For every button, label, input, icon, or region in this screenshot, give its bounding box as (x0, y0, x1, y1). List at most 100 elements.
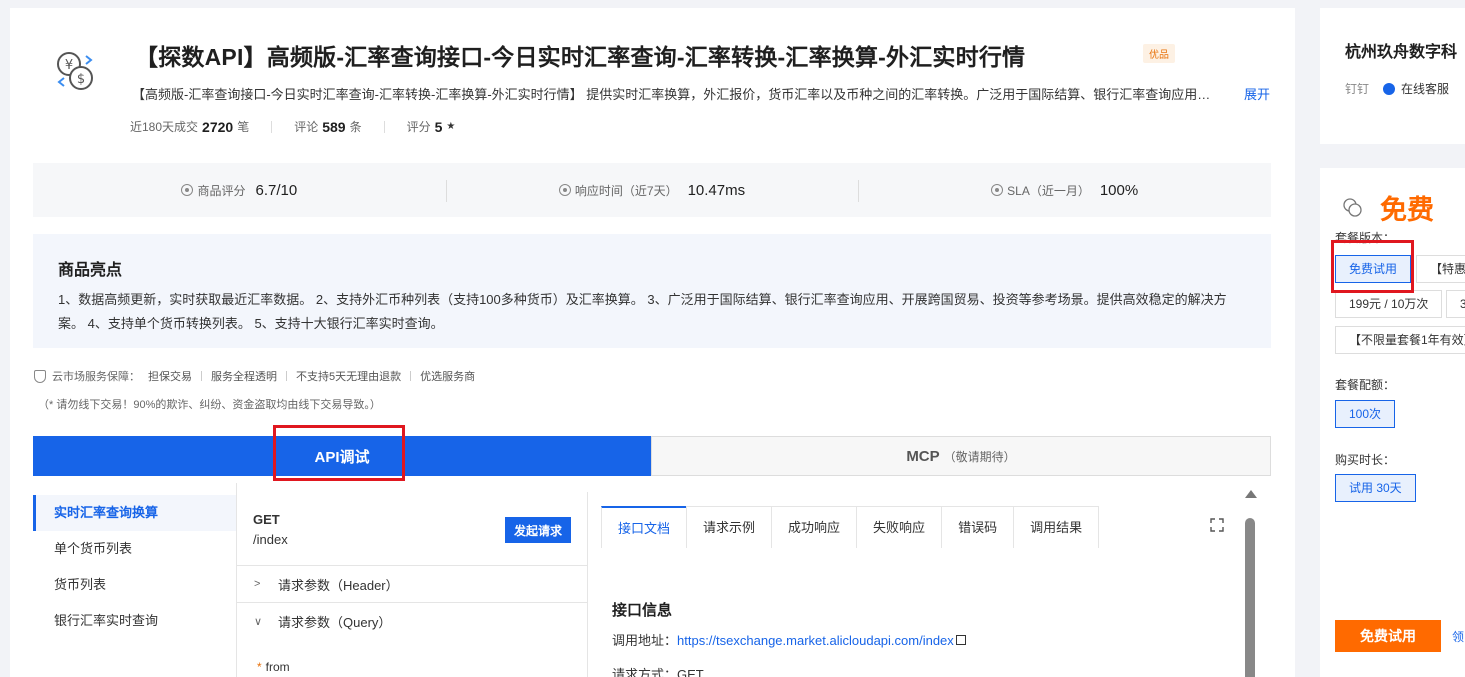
divider (286, 371, 287, 381)
rating-value: 5 (434, 118, 443, 135)
metric-value: 6.7/10 (255, 181, 298, 199)
reviews-label: 评论 (294, 120, 319, 134)
shield-icon (34, 369, 46, 383)
doc-url-line: 调用地址：https://tsexchange.market.aliclouda… (612, 630, 966, 649)
currency-exchange-icon (1343, 198, 1362, 217)
tab-api-doc[interactable]: 接口文档 (601, 506, 688, 548)
tab-failure-response[interactable]: 失败响应 (856, 506, 943, 548)
doc-scrollbar[interactable] (1242, 490, 1258, 677)
svg-text:$: $ (77, 72, 85, 87)
scroll-thumb[interactable] (1245, 518, 1255, 677)
guarantee-item: 不支持5天无理由退款 (296, 371, 402, 383)
version-option-more[interactable]: 3 (1446, 290, 1465, 318)
header-params-toggle[interactable]: > 请求参数（Header） (237, 565, 588, 602)
http-method: GET (253, 512, 280, 527)
premium-badge: 优品 (1143, 44, 1175, 63)
service-guarantee: 云市场服务保障： 担保交易 服务全程透明 不支持5天无理由退款 优选服务商 (34, 368, 475, 384)
doc-method-line: 请求方式：GET (612, 664, 704, 677)
reviews-unit: 条 (349, 120, 362, 134)
debug-tabs: API调试 MCP （敬请期待） (33, 436, 1271, 476)
method-value: GET (677, 667, 704, 677)
query-params-label: 请求参数（Query） (278, 614, 392, 630)
doc-panel: 接口文档 请求示例 成功响应 失败响应 错误码 调用结果 接口信息 调用地址：h… (588, 492, 1271, 677)
reviews-value: 589 (322, 118, 346, 135)
divider (271, 120, 273, 133)
customer-service-icon (1383, 82, 1396, 95)
version-option-special[interactable]: 【特惠 (1416, 255, 1465, 283)
tab-request-example[interactable]: 请求示例 (686, 506, 773, 548)
metric-value: 100% (1099, 181, 1139, 199)
api-item-bank-rate[interactable]: 银行汇率实时查询 (33, 603, 236, 639)
star-icon: ★ (446, 121, 456, 132)
sales-value: 2720 (202, 118, 234, 135)
highlights-title: 商品亮点 (58, 262, 123, 279)
check-circle-icon (991, 184, 1004, 196)
api-item-realtime-rate[interactable]: 实时汇率查询换算 (33, 495, 236, 531)
duration-label: 购买时长： (1335, 453, 1396, 467)
chevron-down-icon: ∨ (254, 615, 263, 628)
doc-tabs: 接口文档 请求示例 成功响应 失败响应 错误码 调用结果 (601, 506, 1100, 548)
vendor-name: 杭州玖舟数字科 (1345, 44, 1458, 61)
divider (410, 371, 412, 381)
highlight-box-api-tab (273, 425, 405, 481)
online-service-link[interactable]: 在线客服 (1401, 80, 1449, 97)
doc-heading: 接口信息 (612, 602, 673, 619)
metric-value: 10.47ms (687, 181, 746, 199)
dingtalk-label[interactable]: 钉钉 (1345, 80, 1369, 97)
url-label: 调用地址： (612, 633, 678, 648)
guarantee-item: 优选服务商 (420, 371, 476, 383)
offline-trade-warning: （* 请勿线下交易！90%的欺诈、纠纷、资金盗取均由线下交易导致。） (38, 399, 381, 411)
api-item-currency-list[interactable]: 货币列表 (33, 567, 236, 603)
price: 免费 (1380, 195, 1434, 225)
header-params-label: 请求参数（Header） (278, 577, 399, 593)
guarantee-item: 担保交易 (148, 371, 192, 383)
metric-sla: SLA（近一月） 100% (858, 179, 1271, 202)
guarantee-item: 服务全程透明 (211, 371, 277, 383)
fullscreen-icon[interactable] (1210, 518, 1224, 532)
send-request-button[interactable]: 发起请求 (505, 517, 571, 543)
highlights-text: 1、数据高频更新，实时获取最近汇率数据。 2、支持外汇币种列表（支持100多种货… (58, 292, 1227, 331)
metric-label: 商品评分 (197, 183, 246, 198)
scroll-up-arrow-icon[interactable] (1245, 490, 1257, 498)
currency-exchange-icon: ¥ $ (57, 52, 93, 90)
metric-label: 响应时间（近7天） (574, 183, 678, 198)
query-params-toggle[interactable]: ∨ 请求参数（Query） (237, 602, 588, 639)
rating-icon (181, 184, 194, 196)
api-url-link[interactable]: https://tsexchange.market.alicloudapi.co… (677, 633, 954, 648)
quota-option-100[interactable]: 100次 (1335, 400, 1396, 428)
method-label: 请求方式： (612, 667, 678, 677)
divider (201, 371, 202, 381)
tab-success-response[interactable]: 成功响应 (771, 506, 858, 548)
sales-label: 近180天成交 (130, 120, 199, 134)
tab-error-codes[interactable]: 错误码 (941, 506, 1015, 548)
vendor-card: 杭州玖舟数字科 钉钉 在线客服 (1320, 8, 1465, 144)
version-option-199[interactable]: 199元 / 10万次 (1335, 290, 1443, 318)
api-item-single-currency[interactable]: 单个货币列表 (33, 531, 236, 567)
version-option-unlimited[interactable]: 【不限量套餐1年有效】 (1335, 326, 1465, 354)
vendor-contact: 钉钉 在线客服 (1345, 80, 1449, 97)
metric-response-time: 响应时间（近7天） 10.47ms (445, 179, 859, 202)
request-path: /index (253, 532, 288, 547)
expand-link[interactable]: 展开 (1244, 84, 1270, 103)
tab-mcp[interactable]: MCP （敬请期待） (651, 436, 1271, 476)
highlight-box-free-trial (1331, 240, 1414, 293)
duration-option-trial-30[interactable]: 试用 30天 (1335, 474, 1416, 502)
tab-label: MCP (906, 447, 940, 465)
highlights-section: 商品亮点 1、数据高频更新，实时获取最近汇率数据。 2、支持外汇币种列表（支持1… (33, 234, 1271, 348)
quota-label: 套餐配额： (1335, 378, 1396, 392)
param-from-label: * from (257, 660, 290, 674)
clock-icon (558, 184, 571, 196)
product-title: 【探数API】高频版-汇率查询接口-今日实时汇率查询-汇率转换-汇率换算-外汇实… (135, 44, 1026, 70)
free-trial-button[interactable]: 免费试用 (1335, 620, 1441, 652)
external-link-icon[interactable] (955, 635, 966, 645)
divider (383, 120, 385, 133)
sales-unit: 笔 (237, 120, 250, 134)
coupon-link[interactable]: 领 (1452, 628, 1464, 645)
tab-call-result[interactable]: 调用结果 (1013, 506, 1100, 548)
request-panel: GET /index 发起请求 > 请求参数（Header） ∨ 请求参数（Qu… (237, 492, 588, 677)
product-stats: 近180天成交 2720 笔 评论 589 条 评分 5 ★ (130, 118, 455, 135)
metric-rating: 商品评分 6.7/10 (33, 182, 446, 199)
metric-label: SLA（近一月） (1007, 183, 1090, 198)
required-mark: * (257, 660, 262, 674)
metrics-bar: 商品评分 6.7/10 响应时间（近7天） 10.47ms SLA（近一月） 1… (33, 163, 1271, 217)
